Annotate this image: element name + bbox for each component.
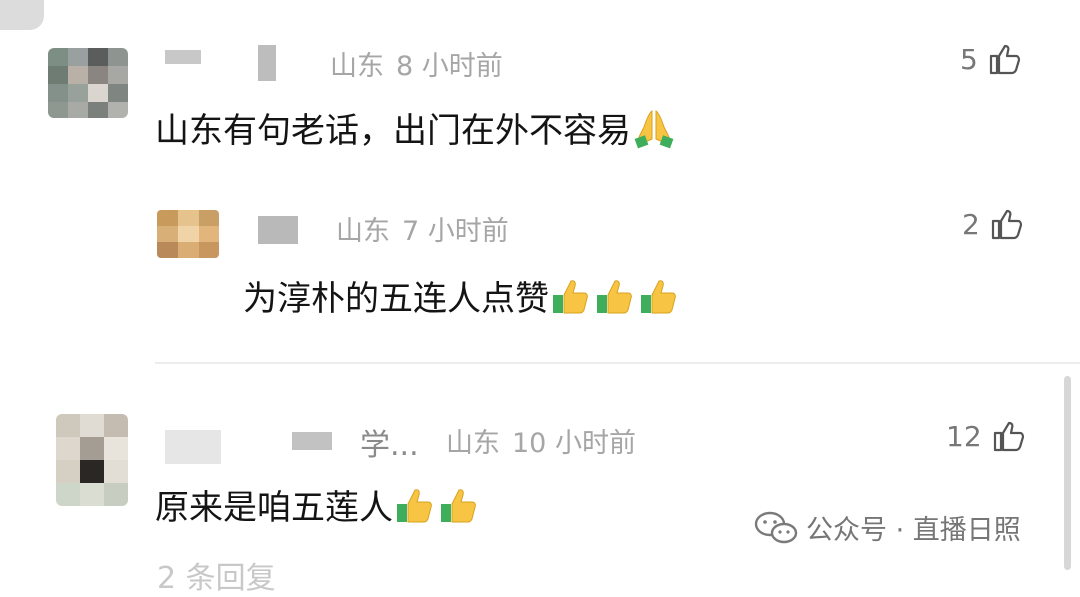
username-blurred[interactable] — [165, 430, 221, 464]
username-truncated[interactable]: 学... — [360, 420, 419, 464]
timestamp: 8 小时前 — [396, 51, 503, 82]
thumbs-up-outline-icon — [993, 421, 1024, 452]
comment-body: 原来是咱五莲人 — [155, 488, 393, 528]
avatar[interactable] — [157, 210, 219, 258]
comment-meta: 山东 10 小时前 — [446, 421, 636, 460]
pray-emoji-icon — [634, 109, 674, 148]
top-left-overlay — [0, 0, 44, 30]
like-button[interactable]: 12 — [946, 419, 1026, 453]
timestamp: 7 小时前 — [402, 216, 509, 247]
thumbs-up-emoji-icon — [597, 279, 632, 313]
thumbs-up-emoji-icon — [441, 488, 476, 522]
comment-text: 原来是咱五莲人 — [155, 480, 481, 529]
comment-meta: 山东 8 小时前 — [330, 44, 503, 83]
location-label: 山东 — [330, 51, 384, 82]
avatar[interactable] — [56, 414, 128, 506]
more-replies-link[interactable]: 2 条回复 — [157, 553, 276, 597]
thumbs-up-emoji-icon — [641, 279, 676, 313]
watermark: 公众号 · 直播日照 — [754, 508, 1021, 547]
wechat-icon — [754, 511, 798, 543]
username-blurred[interactable] — [292, 432, 332, 450]
like-button[interactable]: 5 — [960, 42, 1022, 76]
watermark-text: 公众号 · 直播日照 — [806, 515, 1021, 546]
comment-body: 山东有句老话，出门在外不容易 — [155, 111, 631, 151]
like-button[interactable]: 2 — [962, 207, 1024, 241]
thumbs-up-emoji-icon — [397, 488, 432, 522]
thumbs-up-outline-icon — [989, 44, 1020, 75]
comment-body: 为淳朴的五连人点赞 — [243, 279, 549, 319]
comment-text: 山东有句老话，出门在外不容易 — [155, 103, 675, 152]
comment-meta: 山东 7 小时前 — [336, 209, 509, 248]
location-label: 山东 — [336, 216, 390, 247]
like-count: 12 — [946, 419, 982, 453]
username-blurred[interactable] — [258, 216, 298, 244]
timestamp: 10 小时前 — [512, 428, 636, 459]
scrollbar[interactable] — [1064, 376, 1071, 570]
like-count: 2 — [962, 207, 980, 241]
like-count: 5 — [960, 42, 978, 76]
comment-text: 为淳朴的五连人点赞 — [243, 271, 681, 320]
location-label: 山东 — [446, 428, 500, 459]
avatar[interactable] — [48, 48, 128, 118]
comment-divider — [155, 362, 1080, 364]
thumbs-up-outline-icon — [991, 209, 1022, 240]
username-blurred[interactable] — [165, 50, 201, 64]
username-blurred[interactable] — [258, 45, 276, 81]
thumbs-up-emoji-icon — [553, 279, 588, 313]
